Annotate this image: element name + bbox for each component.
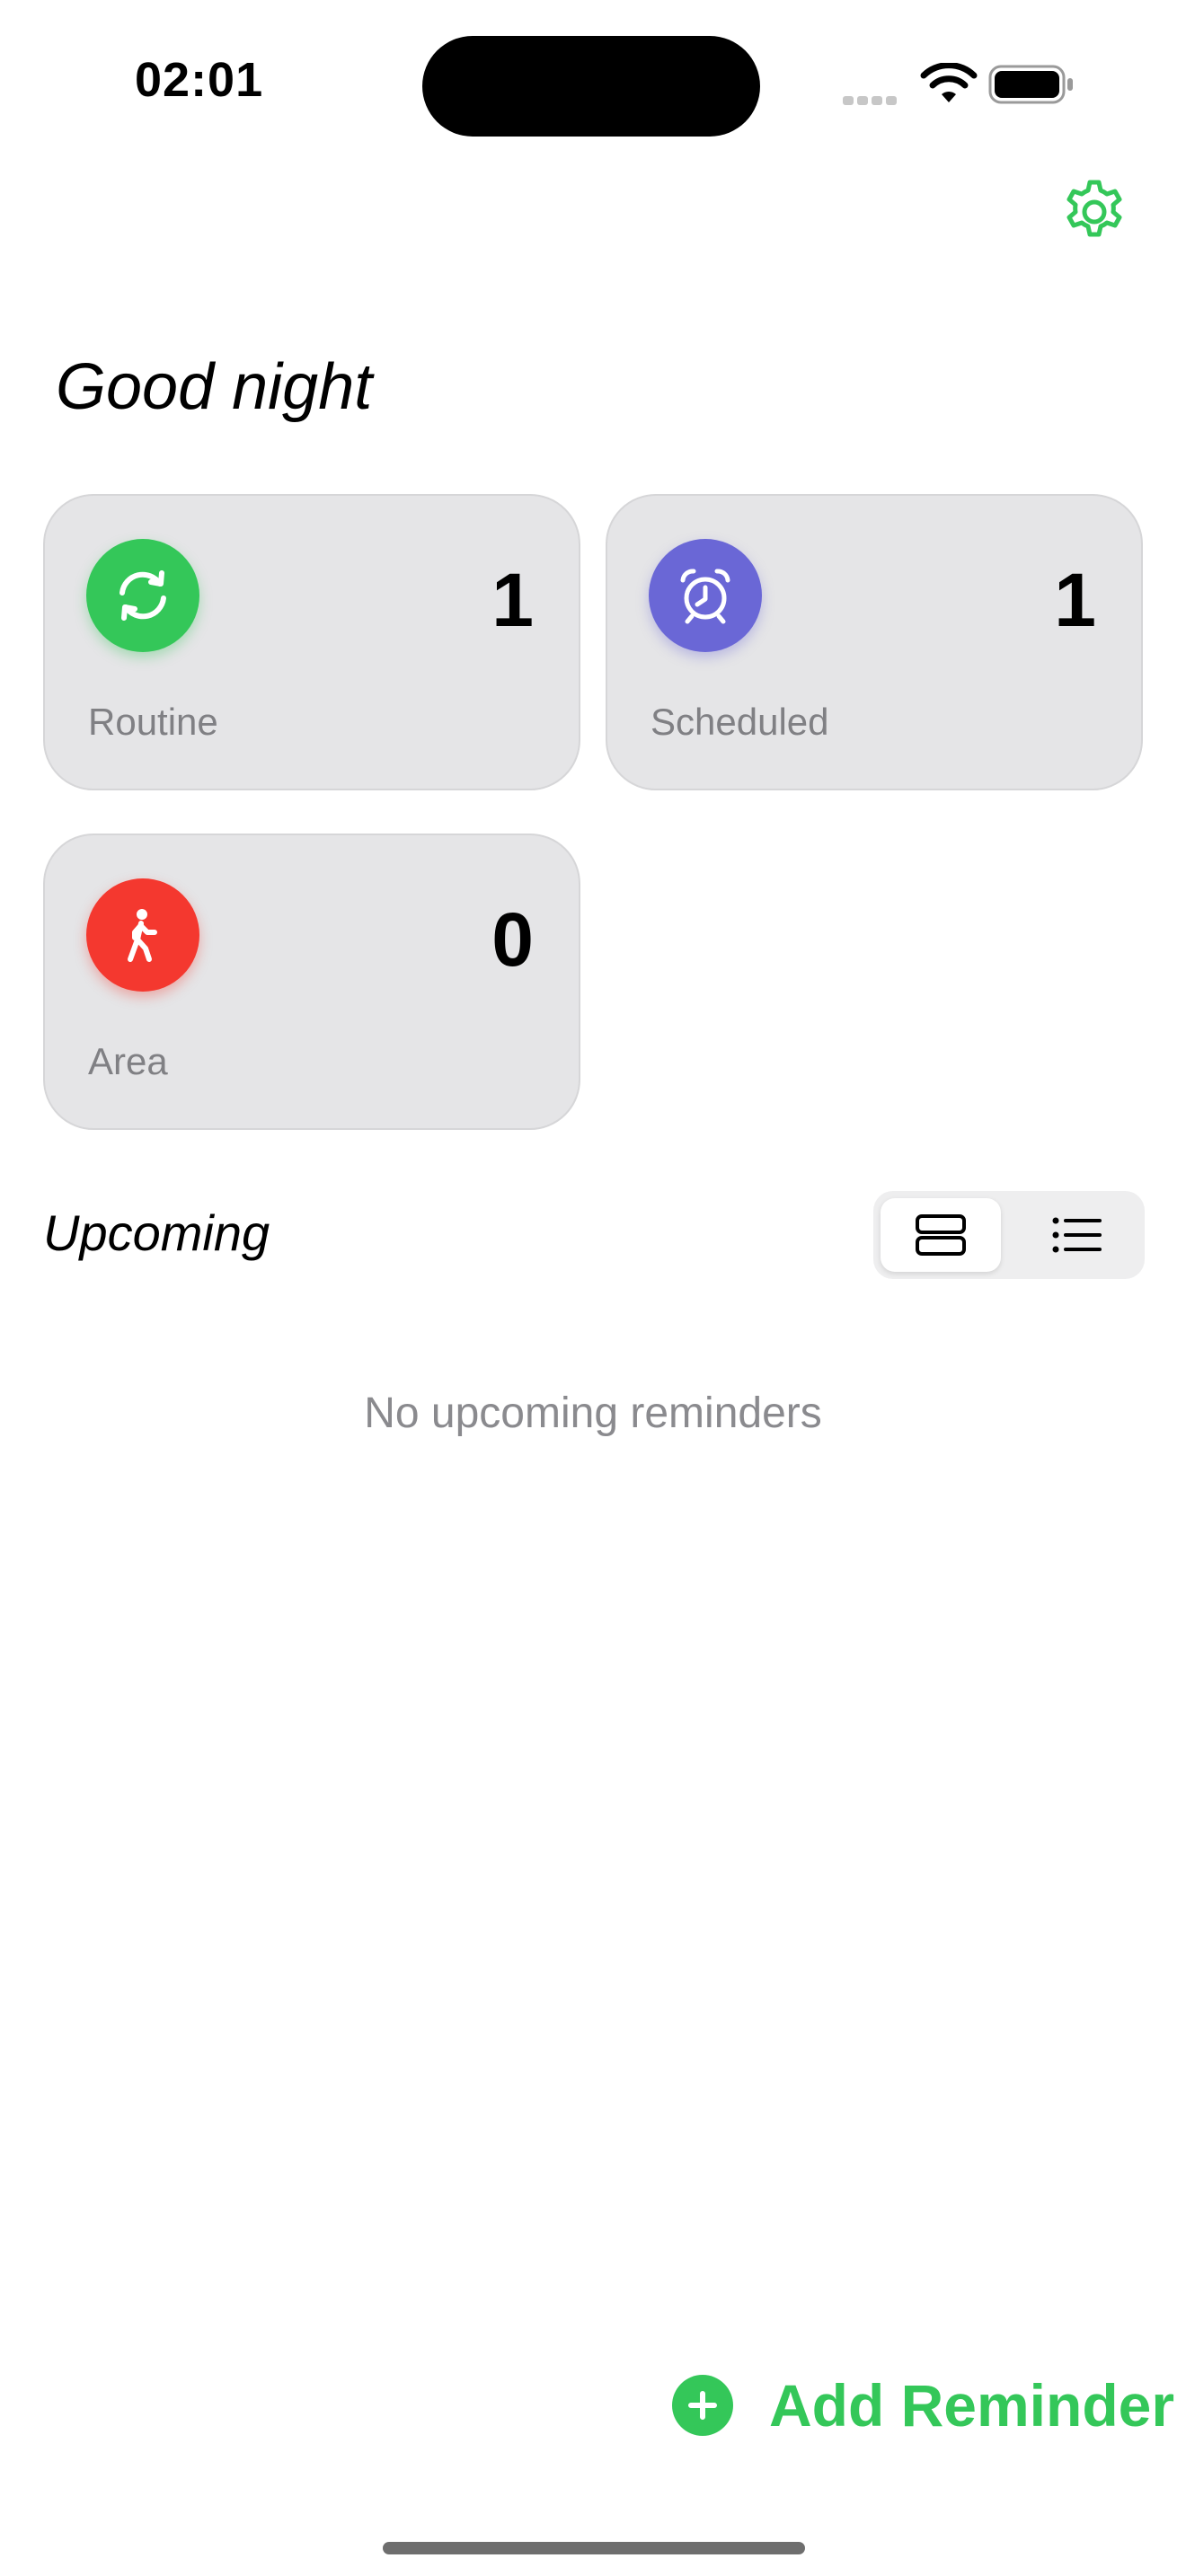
status-time: 02:01 <box>135 53 264 107</box>
greeting-title: Good night <box>56 351 373 423</box>
routine-card[interactable]: 1 Routine <box>43 494 580 790</box>
area-label: Area <box>88 1040 168 1082</box>
battery-icon <box>988 65 1073 104</box>
scheduled-count: 1 <box>1054 558 1096 642</box>
home-indicator[interactable] <box>383 2542 805 2554</box>
plus-circle-icon <box>672 2375 733 2436</box>
area-icon-circle <box>86 878 199 992</box>
card-view-toggle[interactable] <box>881 1198 1001 1272</box>
wifi-icon <box>920 63 978 102</box>
list-view-icon <box>1052 1217 1102 1253</box>
area-card[interactable]: 0 Area <box>43 834 580 1130</box>
arrows-cycle-icon <box>119 570 166 621</box>
alarm-clock-icon <box>680 569 730 624</box>
dynamic-island <box>422 36 760 137</box>
gear-icon[interactable] <box>1060 178 1128 246</box>
scheduled-icon-circle <box>649 539 762 652</box>
scheduled-card[interactable]: 1 Scheduled <box>606 494 1143 790</box>
walking-person-icon <box>128 909 157 962</box>
add-reminder-button[interactable]: Add Reminder <box>672 2368 1174 2443</box>
routine-count: 1 <box>491 558 534 642</box>
card-view-icon <box>916 1214 966 1256</box>
scheduled-label: Scheduled <box>651 701 829 743</box>
add-reminder-label: Add Reminder <box>769 2372 1175 2439</box>
empty-upcoming-message: No upcoming reminders <box>364 1389 822 1437</box>
routine-label: Routine <box>88 701 218 743</box>
cellular-signal-icon <box>843 93 900 110</box>
upcoming-title: Upcoming <box>43 1204 270 1261</box>
view-toggle[interactable] <box>873 1191 1145 1279</box>
area-count: 0 <box>491 897 534 982</box>
routine-icon-circle <box>86 539 199 652</box>
list-view-toggle[interactable] <box>1017 1198 1137 1272</box>
